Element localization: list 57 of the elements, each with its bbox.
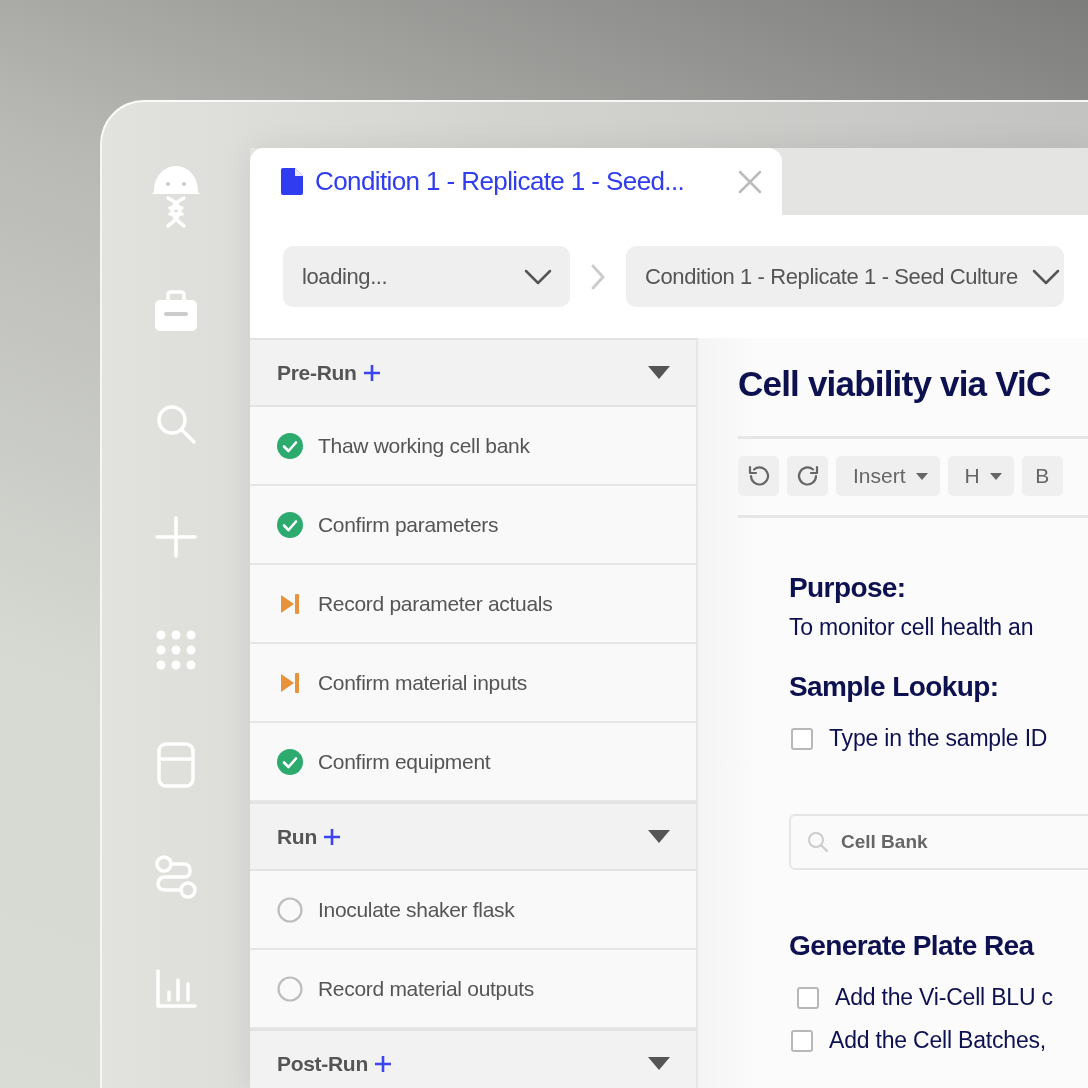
add-step-button[interactable] bbox=[362, 363, 381, 382]
close-icon[interactable] bbox=[738, 169, 762, 194]
section-header[interactable]: Run bbox=[250, 802, 696, 871]
document-icon bbox=[281, 168, 303, 195]
document-tab[interactable]: Condition 1 - Replicate 1 - Seed... bbox=[250, 148, 782, 215]
check-circle-icon bbox=[277, 432, 303, 459]
skip-icon bbox=[280, 592, 300, 615]
redo-icon bbox=[795, 464, 820, 488]
route-icon[interactable] bbox=[154, 855, 198, 899]
search-icon[interactable] bbox=[155, 403, 197, 445]
section-heading: Purpose: bbox=[789, 572, 907, 604]
skip-icon bbox=[280, 671, 300, 694]
caret-down-icon[interactable] bbox=[648, 1057, 670, 1070]
chevron-down-icon bbox=[524, 268, 552, 285]
logo-icon[interactable] bbox=[150, 164, 202, 230]
empty-circle-icon bbox=[277, 896, 303, 923]
search-field[interactable]: Cell Bank bbox=[789, 814, 1088, 870]
toolbar-dropdown[interactable]: H bbox=[947, 456, 1014, 496]
section-header[interactable]: Post-Run bbox=[250, 1029, 696, 1088]
tab-title: Condition 1 - Replicate 1 - Seed... bbox=[315, 166, 685, 197]
check-circle-icon bbox=[277, 748, 303, 775]
paragraph-text: To monitor cell health an bbox=[789, 614, 1035, 641]
bold-button[interactable]: B bbox=[1021, 456, 1063, 496]
checkbox-label: Type in the sample ID bbox=[829, 725, 1048, 752]
caret-down-icon[interactable] bbox=[648, 366, 670, 379]
checkbox[interactable] bbox=[791, 727, 813, 750]
section-header[interactable]: Pre-Run bbox=[250, 338, 696, 407]
plus-icon[interactable] bbox=[155, 516, 197, 558]
breadcrumb-dropdown[interactable]: loading... bbox=[283, 246, 570, 307]
checkbox-label: Add the Vi-Cell BLU c bbox=[835, 984, 1053, 1011]
grid-icon[interactable] bbox=[155, 629, 197, 671]
redo-button[interactable] bbox=[787, 456, 828, 496]
checkbox-label: Add the Cell Batches, bbox=[829, 1027, 1046, 1054]
section-heading: Generate Plate Rea bbox=[789, 930, 1036, 962]
check-circle-icon bbox=[277, 511, 303, 538]
empty-circle-icon bbox=[277, 975, 303, 1002]
chevron-right-icon bbox=[590, 262, 606, 291]
section-title: Run bbox=[277, 824, 317, 849]
briefcase-icon[interactable] bbox=[154, 290, 198, 332]
document-title: Cell viability via ViC bbox=[738, 364, 1052, 405]
add-step-button[interactable] bbox=[322, 827, 341, 846]
add-step-button[interactable] bbox=[373, 1054, 392, 1073]
layout-icon[interactable] bbox=[157, 742, 195, 788]
undo-icon bbox=[746, 464, 771, 488]
undo-button[interactable] bbox=[738, 456, 779, 496]
caret-down-icon bbox=[989, 472, 1002, 480]
checkbox[interactable] bbox=[791, 1029, 813, 1052]
chevron-down-icon bbox=[1031, 268, 1060, 285]
section-heading: Sample Lookup: bbox=[789, 671, 1000, 703]
section-title: Pre-Run bbox=[277, 360, 357, 385]
caret-down-icon bbox=[915, 472, 928, 480]
section-title: Post-Run bbox=[277, 1051, 368, 1076]
caret-down-icon[interactable] bbox=[648, 830, 670, 843]
toolbar-dropdown[interactable]: Insert bbox=[836, 456, 940, 496]
bar-chart-icon[interactable] bbox=[155, 968, 197, 1010]
breadcrumb-dropdown[interactable]: Condition 1 - Replicate 1 - Seed Culture bbox=[626, 246, 1064, 307]
checkbox[interactable] bbox=[797, 986, 819, 1009]
